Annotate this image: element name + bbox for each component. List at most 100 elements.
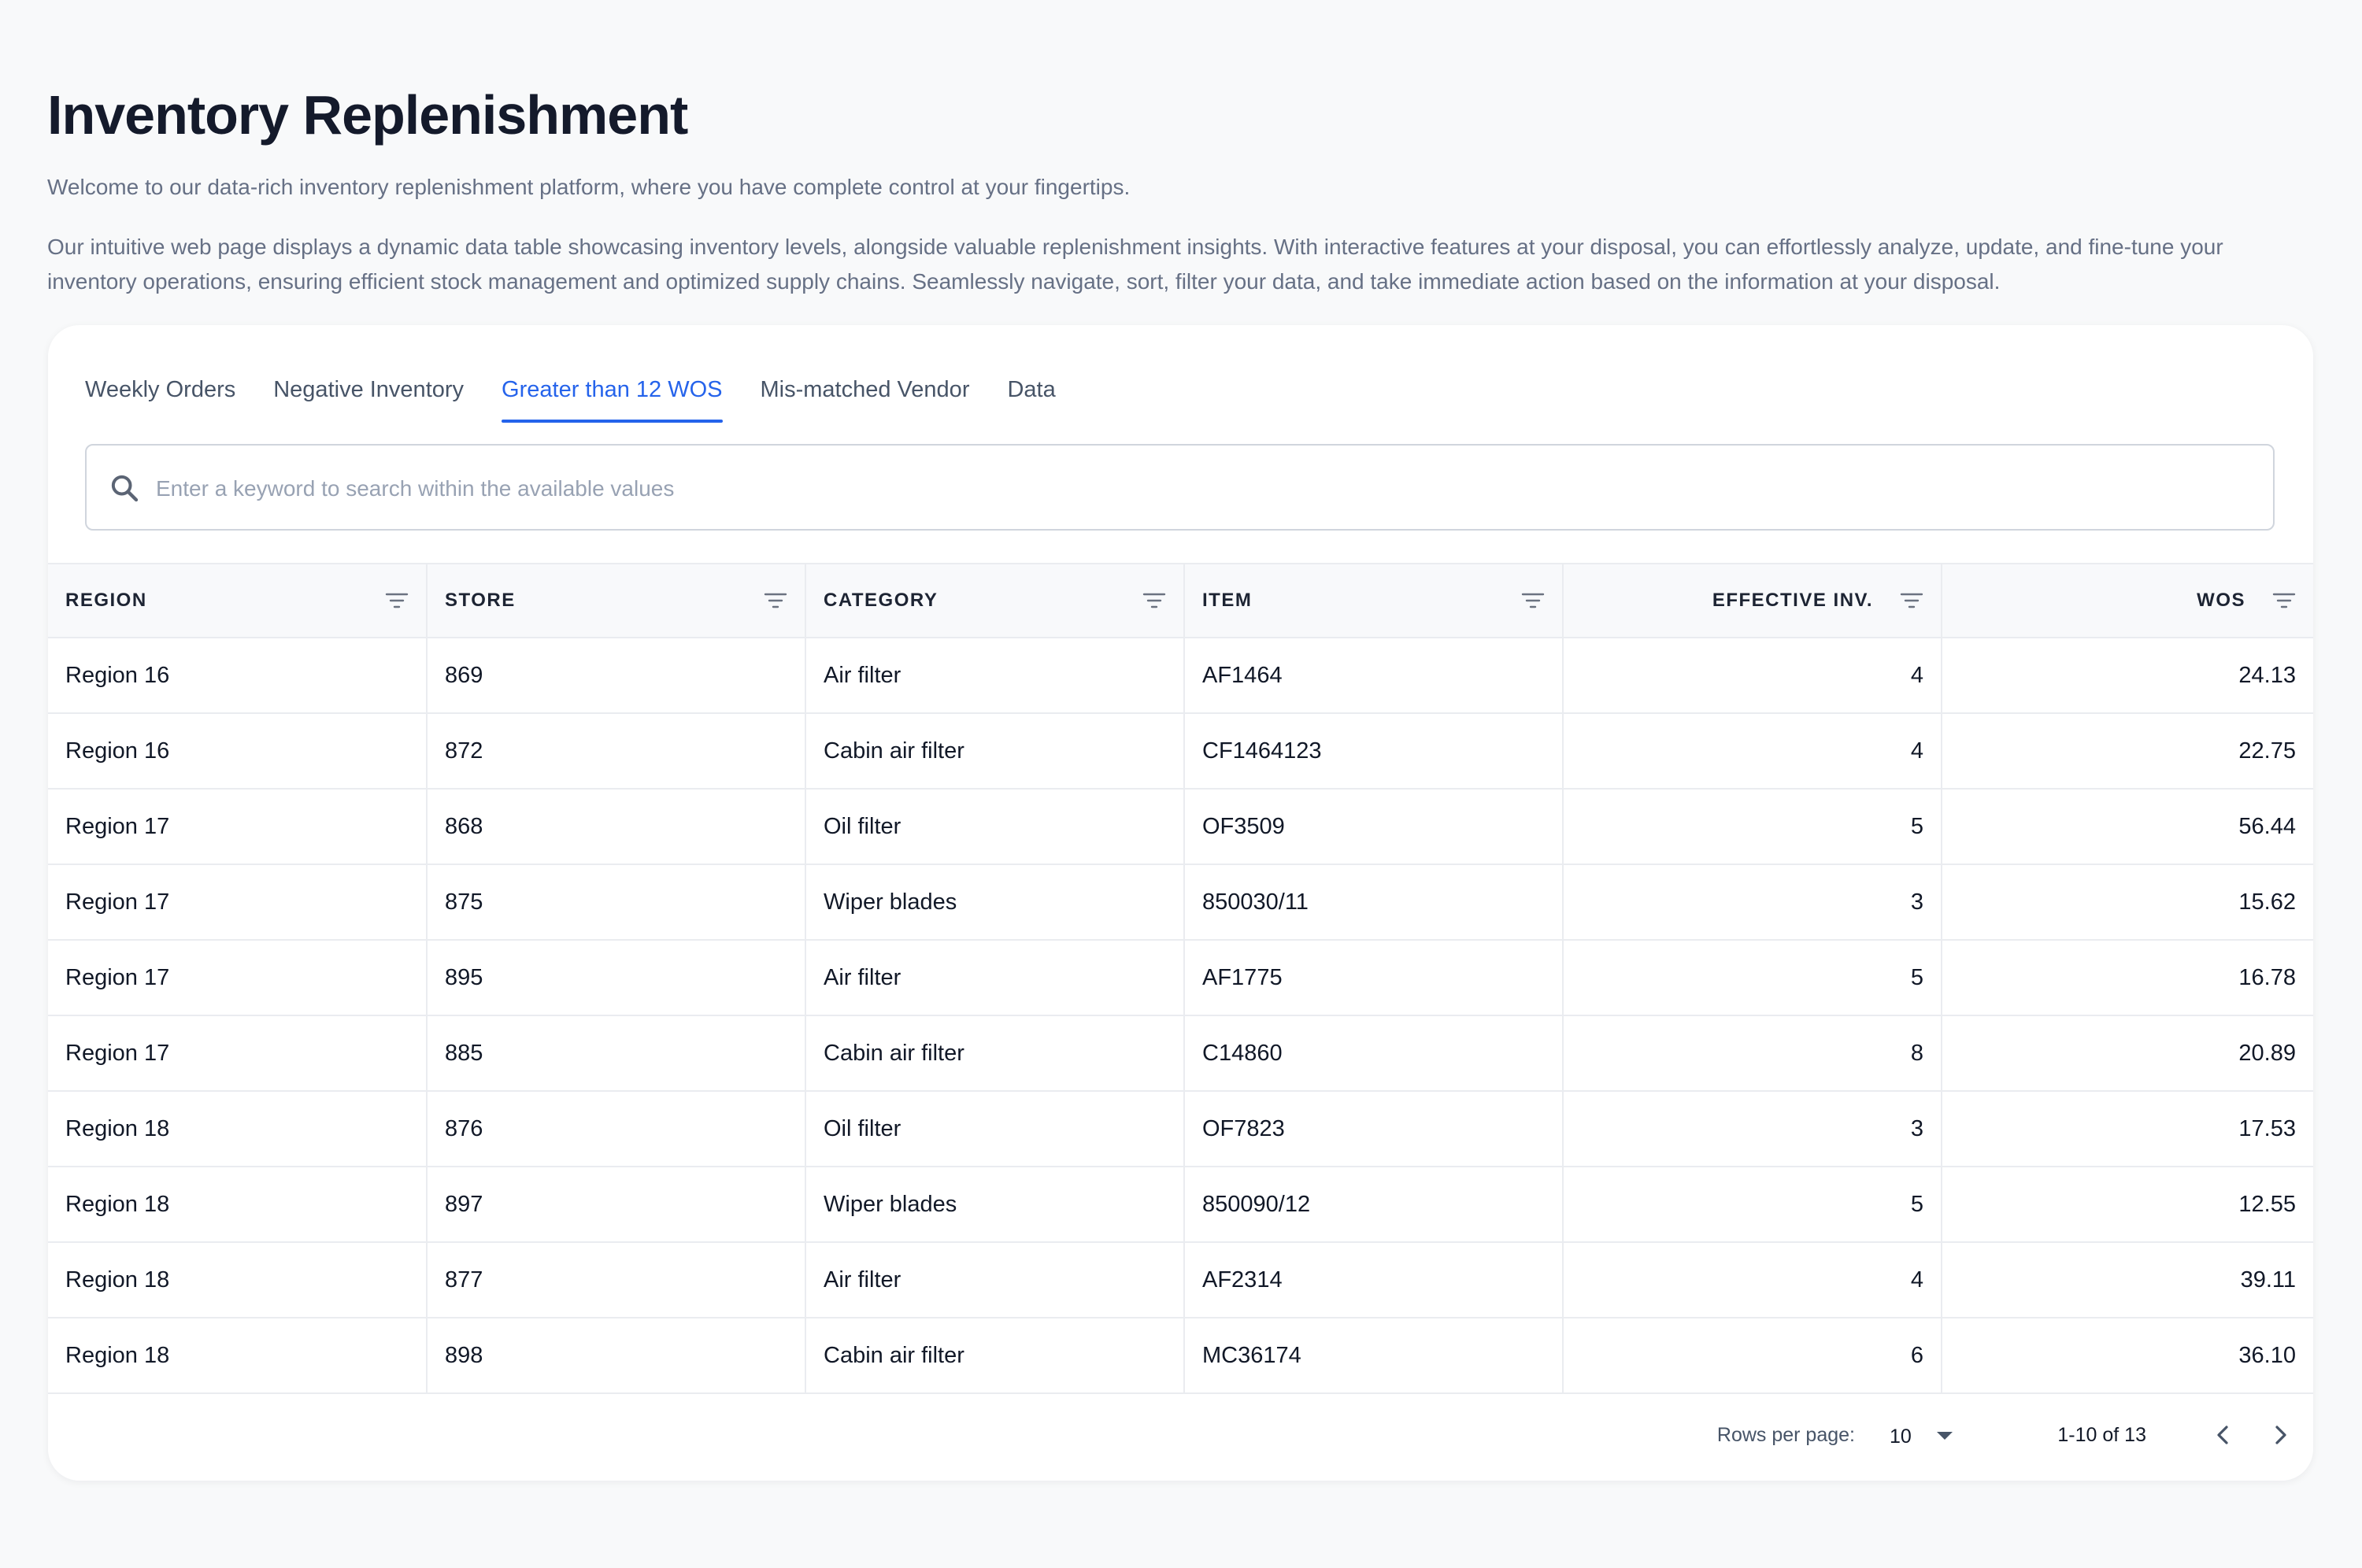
column-header-store[interactable]: STORE [427,563,806,638]
table-row[interactable]: Region 18 876 Oil filter OF7823 3 17.53 [48,1091,2313,1167]
cell-wos: 12.55 [1942,1167,2313,1243]
cell-category: Wiper blades [805,1167,1185,1243]
tab-data[interactable]: Data [1007,357,1055,423]
cell-region: Region 18 [48,1091,428,1167]
rows-per-page-label: Rows per page: [1716,1424,1855,1446]
cell-item: MC36174 [1184,1318,1564,1394]
cell-store: 876 [427,1091,806,1167]
cell-store: 868 [427,789,806,865]
cell-item: OF7823 [1184,1091,1564,1167]
cell-item: C14860 [1184,1015,1564,1092]
page: Inventory Replenishment Welcome to our d… [0,0,2362,1568]
cell-item: 850030/11 [1184,864,1564,941]
table-row[interactable]: Region 17 875 Wiper blades 850030/11 3 1… [48,864,2313,941]
column-header-label: CATEGORY [824,590,939,611]
rows-per-page-select[interactable]: 10 [1869,1416,1995,1454]
cell-region: Region 18 [48,1167,428,1243]
cell-effective-inv: 4 [1563,638,1942,714]
table-body: Region 16 869 Air filter AF1464 4 24.13 … [48,638,2313,1394]
table-row[interactable]: Region 18 877 Air filter AF2314 4 39.11 [48,1242,2313,1318]
cell-category: Cabin air filter [805,1015,1185,1092]
chevron-left-icon[interactable] [2203,1415,2244,1455]
cell-wos: 24.13 [1942,638,2313,714]
cell-effective-inv: 4 [1563,1242,1942,1318]
cell-store: 885 [427,1015,806,1092]
table-row[interactable]: Region 17 895 Air filter AF1775 5 16.78 [48,940,2313,1016]
cell-store: 869 [427,638,806,714]
filter-icon[interactable] [385,591,409,610]
cell-category: Oil filter [805,789,1185,865]
tab-bar: Weekly Orders Negative Inventory Greater… [85,357,1056,423]
cell-wos: 22.75 [1942,713,2313,790]
cell-effective-inv: 5 [1563,940,1942,1016]
cell-store: 872 [427,713,806,790]
cell-wos: 39.11 [1942,1242,2313,1318]
cell-wos: 36.10 [1942,1318,2313,1394]
inventory-card: Weekly Orders Negative Inventory Greater… [48,325,2313,1481]
table-row[interactable]: Region 17 885 Cabin air filter C14860 8 … [48,1015,2313,1092]
filter-icon[interactable] [2272,591,2296,610]
cell-store: 895 [427,940,806,1016]
table-row[interactable]: Region 17 868 Oil filter OF3509 5 56.44 [48,789,2313,865]
cell-item: 850090/12 [1184,1167,1564,1243]
page-intro: Welcome to our data-rich inventory reple… [47,175,1131,199]
search-icon [111,475,139,502]
table-pagination: Rows per page: 10 1-10 of 13 [48,1392,2313,1481]
column-header-label: WOS [2197,590,2245,611]
cell-region: Region 17 [48,940,428,1016]
column-header-label: STORE [445,590,516,611]
cell-category: Air filter [805,638,1185,714]
cell-item: CF1464123 [1184,713,1564,790]
cell-region: Region 16 [48,713,428,790]
cell-effective-inv: 6 [1563,1318,1942,1394]
search-box [85,444,2275,531]
cell-region: Region 17 [48,864,428,941]
cell-store: 875 [427,864,806,941]
tab-mis-matched-vendor[interactable]: Mis-matched Vendor [761,357,970,423]
cell-effective-inv: 5 [1563,789,1942,865]
inventory-table: REGION STORE CATEGORY ITEM EFFECTIVE INV… [48,563,2313,1394]
column-header-category[interactable]: CATEGORY [805,563,1185,638]
cell-wos: 20.89 [1942,1015,2313,1092]
cell-wos: 17.53 [1942,1091,2313,1167]
column-header-item[interactable]: ITEM [1184,563,1564,638]
cell-region: Region 17 [48,1015,428,1092]
column-header-wos[interactable]: WOS [1942,563,2313,638]
search-input[interactable] [154,464,2236,513]
cell-category: Cabin air filter [805,713,1185,790]
cell-effective-inv: 8 [1563,1015,1942,1092]
cell-category: Air filter [805,1242,1185,1318]
table-header-row: REGION STORE CATEGORY ITEM EFFECTIVE INV… [48,563,2313,638]
caret-down-icon [1937,1432,1953,1440]
rows-per-page-value: 10 [1890,1426,1912,1448]
page-title: Inventory Replenishment [47,84,688,146]
cell-region: Region 18 [48,1318,428,1394]
filter-icon[interactable] [1142,591,1166,610]
filter-icon[interactable] [1521,591,1545,610]
tab-weekly-orders[interactable]: Weekly Orders [85,357,235,423]
cell-region: Region 18 [48,1242,428,1318]
tab-negative-inventory[interactable]: Negative Inventory [273,357,464,423]
column-header-region[interactable]: REGION [48,563,428,638]
table-row[interactable]: Region 18 897 Wiper blades 850090/12 5 1… [48,1167,2313,1243]
column-header-effective-inv[interactable]: EFFECTIVE INV. [1563,563,1942,638]
page-description: Our intuitive web page displays a dynami… [47,235,2223,294]
cell-wos: 16.78 [1942,940,2313,1016]
cell-item: AF1464 [1184,638,1564,714]
tab-greater-than-12-wos[interactable]: Greater than 12 WOS [502,357,723,423]
filter-icon[interactable] [1900,591,1923,610]
filter-icon[interactable] [764,591,787,610]
table-row[interactable]: Region 18 898 Cabin air filter MC36174 6… [48,1318,2313,1394]
cell-category: Cabin air filter [805,1318,1185,1394]
cell-effective-inv: 3 [1563,864,1942,941]
chevron-right-icon[interactable] [2260,1415,2301,1455]
table-row[interactable]: Region 16 869 Air filter AF1464 4 24.13 [48,638,2313,714]
table-row[interactable]: Region 16 872 Cabin air filter CF1464123… [48,713,2313,790]
cell-store: 877 [427,1242,806,1318]
cell-item: AF2314 [1184,1242,1564,1318]
column-header-label: EFFECTIVE INV. [1712,590,1873,611]
cell-wos: 56.44 [1942,789,2313,865]
cell-category: Oil filter [805,1091,1185,1167]
cell-effective-inv: 3 [1563,1091,1942,1167]
cell-item: AF1775 [1184,940,1564,1016]
